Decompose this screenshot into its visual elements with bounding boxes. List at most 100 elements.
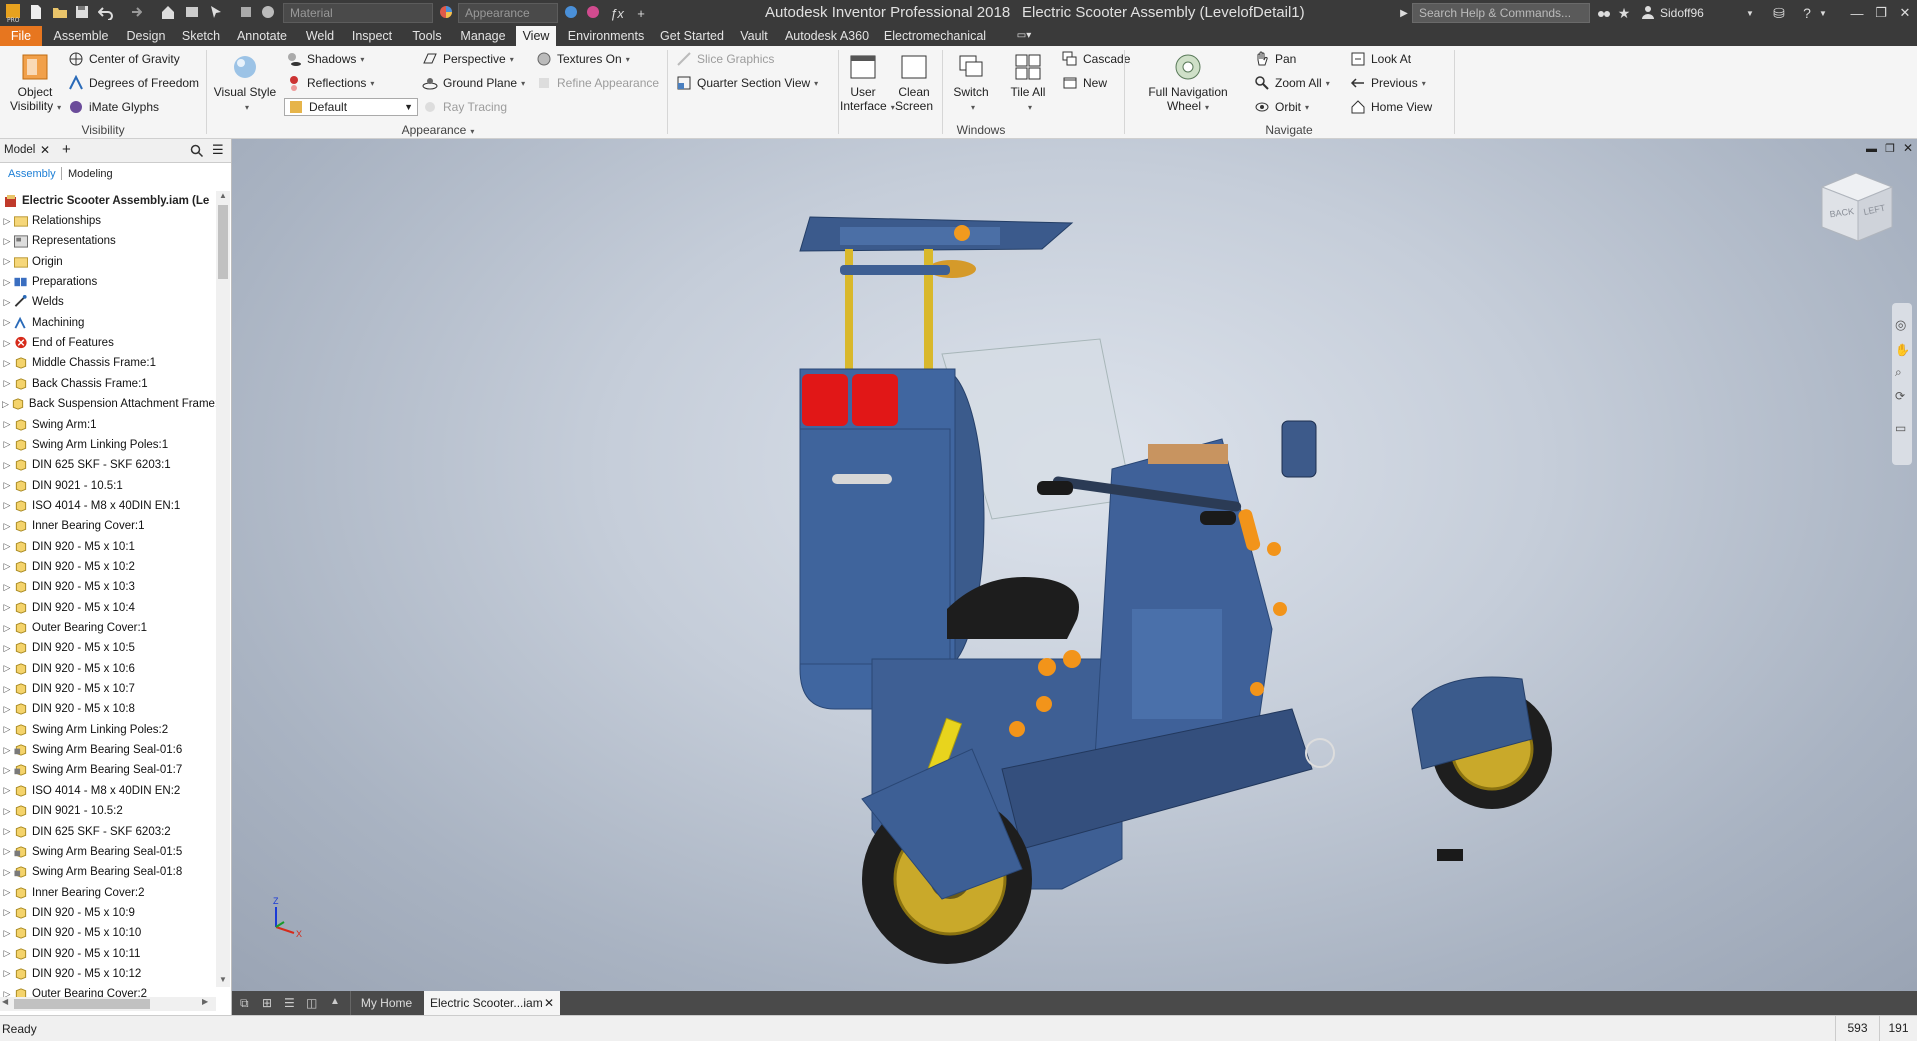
expand-arrow-icon[interactable]: ▷ <box>2 399 9 410</box>
expand-arrow-icon[interactable]: ▷ <box>2 541 12 552</box>
expand-arrow-icon[interactable]: ▷ <box>2 236 12 247</box>
open-folder-icon[interactable] <box>52 4 68 20</box>
tab-design[interactable]: Design <box>118 26 174 46</box>
help-dropdown-icon[interactable]: ▼ <box>1818 3 1828 23</box>
center-of-gravity-button[interactable]: Center of Gravity <box>68 50 180 68</box>
orbit-button[interactable]: Orbit ▾ <box>1254 98 1309 116</box>
expand-arrow-icon[interactable]: ▷ <box>2 460 12 471</box>
tab-sketch[interactable]: Sketch <box>176 26 226 46</box>
measure-icon[interactable] <box>238 4 254 20</box>
scroll-up-icon[interactable]: ▲ <box>217 191 229 203</box>
tab-list-icon[interactable]: ▲ <box>330 996 340 1007</box>
tree-item[interactable]: ▷ Swing Arm Bearing Seal-01:7 <box>0 760 218 780</box>
subtab-assembly[interactable]: Assembly <box>8 168 56 180</box>
user-icon[interactable] <box>1640 4 1656 20</box>
tree-item[interactable]: ▷ DIN 9021 - 10.5:2 <box>0 801 218 821</box>
redo-icon[interactable] <box>126 4 142 20</box>
update-icon[interactable] <box>184 4 200 20</box>
expand-arrow-icon[interactable]: ▷ <box>2 439 12 450</box>
viewport-restore-icon[interactable]: ❐ <box>1885 142 1895 155</box>
scroll-down-icon[interactable]: ▼ <box>217 975 229 987</box>
expand-arrow-icon[interactable]: ▷ <box>2 602 12 613</box>
user-dropdown-icon[interactable]: ▼ <box>1744 3 1756 23</box>
ray-tracing-button[interactable]: Ray Tracing <box>422 98 507 116</box>
cascade-button[interactable]: Cascade <box>1062 50 1130 68</box>
fx-icon[interactable]: ƒx <box>608 3 626 23</box>
viewport-close-icon[interactable]: ✕ <box>1903 141 1913 155</box>
slice-graphics-button[interactable]: Slice Graphics <box>676 50 774 68</box>
tree-item[interactable]: ▷ End of Features <box>0 333 218 353</box>
tab-vault[interactable]: Vault <box>734 26 774 46</box>
scooter-model-render[interactable] <box>692 189 1552 991</box>
save-icon[interactable] <box>74 4 90 20</box>
tab-tools[interactable]: Tools <box>404 26 450 46</box>
tree-item[interactable]: ▷ DIN 920 - M5 x 10:3 <box>0 577 218 597</box>
inventor-logo-icon[interactable]: PRO <box>4 2 22 24</box>
minimize-icon[interactable]: — <box>1848 3 1866 23</box>
tile-columns-icon[interactable]: ◫ <box>306 996 317 1010</box>
expand-arrow-icon[interactable]: ▷ <box>2 907 12 918</box>
object-visibility-button[interactable]: Object Visibility ▾ <box>10 52 61 115</box>
zoom-all-button[interactable]: Zoom All ▾ <box>1254 74 1330 92</box>
expand-arrow-icon[interactable]: ▷ <box>2 704 12 715</box>
expand-arrow-icon[interactable]: ▷ <box>2 948 12 959</box>
tree-item[interactable]: ▷ DIN 920 - M5 x 10:2 <box>0 557 218 577</box>
tab-weld[interactable]: Weld <box>298 26 342 46</box>
expand-arrow-icon[interactable]: ▷ <box>2 806 12 817</box>
visual-style-button[interactable]: Visual Style ▾ <box>212 52 278 115</box>
reflections-button[interactable]: Reflections ▾ <box>286 74 374 92</box>
tree-item[interactable]: ▷ Back Suspension Attachment Frame: <box>0 394 218 414</box>
expand-arrow-icon[interactable]: ▷ <box>2 358 12 369</box>
search-icon[interactable] <box>190 144 204 158</box>
expand-arrow-icon[interactable]: ▷ <box>2 582 12 593</box>
expand-arrow-icon[interactable]: ▷ <box>2 724 12 735</box>
browser-menu-icon[interactable]: ☰ <box>212 142 224 158</box>
tree-item[interactable]: ▷ DIN 920 - M5 x 10:5 <box>0 638 218 658</box>
tree-item[interactable]: ▷ DIN 920 - M5 x 10:4 <box>0 598 218 618</box>
tile-all-button[interactable]: Tile All ▾ <box>1004 52 1052 115</box>
tree-item[interactable]: ▷ Back Chassis Frame:1 <box>0 374 218 394</box>
expand-arrow-icon[interactable]: ▷ <box>2 826 12 837</box>
new-file-icon[interactable] <box>28 4 44 20</box>
help-icon[interactable]: ? <box>1798 3 1816 23</box>
tree-item[interactable]: ▷ DIN 9021 - 10.5:1 <box>0 476 218 496</box>
textures-on-button[interactable]: Textures On ▾ <box>536 50 630 68</box>
expand-arrow-icon[interactable]: ▷ <box>2 785 12 796</box>
expand-arrow-icon[interactable]: ▷ <box>2 216 12 227</box>
tab-assemble[interactable]: Assemble <box>48 26 114 46</box>
expand-arrow-icon[interactable]: ▷ <box>2 968 12 979</box>
tree-item[interactable]: ▷ Preparations <box>0 272 218 292</box>
tree-scrollbar[interactable]: ▲ ▼ <box>216 191 230 987</box>
tree-item[interactable]: ▷ DIN 920 - M5 x 10:1 <box>0 537 218 557</box>
search-commands-input[interactable]: Search Help & Commands... <box>1412 3 1590 23</box>
tree-item[interactable]: ▷ Middle Chassis Frame:1 <box>0 353 218 373</box>
tree-item[interactable]: ▷ DIN 920 - M5 x 10:10 <box>0 923 218 943</box>
tree-item[interactable]: ▷ ISO 4014 - M8 x 40DIN EN:2 <box>0 781 218 801</box>
expand-arrow-icon[interactable]: ▷ <box>2 277 12 288</box>
tree-item[interactable]: ▷ Inner Bearing Cover:1 <box>0 516 218 536</box>
close-icon[interactable]: ✕ <box>544 991 554 1015</box>
tree-item[interactable]: ▷ DIN 920 - M5 x 10:8 <box>0 699 218 719</box>
expand-arrow-icon[interactable]: ▷ <box>2 745 12 756</box>
nav-lookat-icon[interactable]: ▭ <box>1895 421 1906 435</box>
expand-arrow-icon[interactable]: ▷ <box>2 480 12 491</box>
add-browser-icon[interactable]: + <box>62 141 71 158</box>
appearance-style-select[interactable]: Default ▼ <box>284 98 418 116</box>
tree-item[interactable]: ▷ Swing Arm Bearing Seal-01:8 <box>0 862 218 882</box>
tab-file[interactable]: File <box>0 26 42 46</box>
tree-item[interactable]: ▷ Representations <box>0 231 218 251</box>
tree-item[interactable]: ▷ Swing Arm:1 <box>0 415 218 435</box>
close-icon[interactable]: ✕ <box>1896 3 1914 23</box>
expand-arrow-icon[interactable]: ▷ <box>2 623 12 634</box>
expand-arrow-icon[interactable]: ▷ <box>2 643 12 654</box>
tree-item[interactable]: ▷ Relationships <box>0 211 218 231</box>
nav-zoom-icon[interactable]: ⌕ <box>1895 365 1902 380</box>
perspective-button[interactable]: Perspective ▾ <box>422 50 514 68</box>
undo-icon[interactable] <box>98 4 114 20</box>
plus-icon[interactable]: + <box>632 3 650 23</box>
material-combo[interactable]: Material <box>283 3 433 23</box>
expand-arrow-icon[interactable]: ▷ <box>2 887 12 898</box>
search-expand-icon[interactable]: ▶ <box>1398 3 1410 23</box>
tree-hscrollbar[interactable]: ◀ ▶ <box>0 997 216 1011</box>
expand-arrow-icon[interactable]: ▷ <box>2 663 12 674</box>
